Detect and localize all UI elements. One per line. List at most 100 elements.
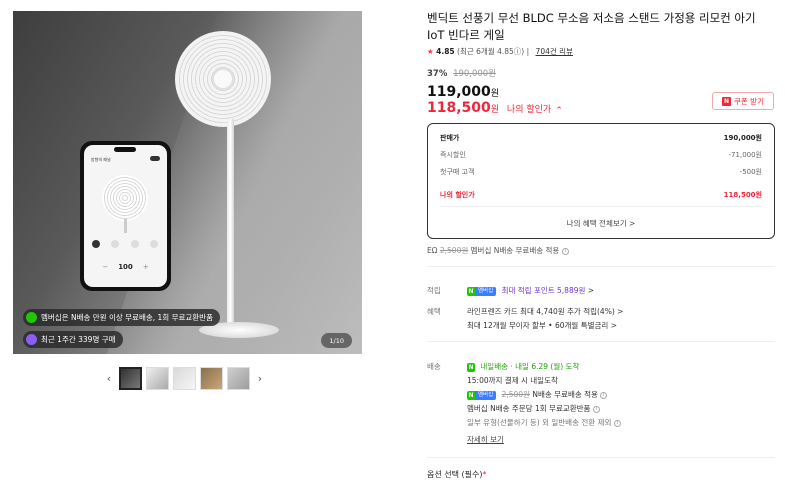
price-row-label: 즉시할인 (440, 151, 466, 159)
membership-shipping-text: 멤버십 N배송 무료배송 적용 (470, 246, 560, 255)
review-count-link[interactable]: 704건 리뷰 (536, 47, 573, 56)
price-row-value: 190,000원 (723, 134, 762, 142)
price-row-value: -71,000원 (728, 151, 762, 159)
chevron-left-icon[interactable]: ‹ (103, 372, 115, 385)
star-icon: ★ (427, 47, 434, 56)
price-row-label: 판매가 (440, 134, 460, 142)
membership-badge-icon: N 멤버십 (467, 286, 497, 296)
sale-price-unit: 원 (490, 89, 500, 99)
points-value[interactable]: N 멤버십 최대 적립 포인트 5,889원 > (467, 285, 594, 296)
price-breakdown-box: 판매가 190,000원 즉시할인 -71,000원 첫구매 고객 -500원 … (427, 123, 775, 239)
price-row-sale: 판매가 190,000원 (440, 133, 762, 143)
chevron-right-icon[interactable]: › (254, 372, 266, 385)
mode-dot (130, 240, 139, 248)
phone-mode-buttons (92, 240, 158, 248)
tomorrow-delivery-text: 내일배송 (480, 362, 508, 371)
coupon-icon: N (722, 96, 731, 106)
thumbnail[interactable] (119, 366, 142, 390)
purchase-icon (26, 334, 37, 345)
phone-fan-icon (102, 175, 148, 221)
rating-row: ★ 4.85 (최근 6개월 4.85ⓘ) | 704건 리뷰 (427, 46, 573, 57)
membership-promo-badge: 멤버십은 N배송 만원 이상 무료배송, 1회 무료교환반품 (23, 309, 220, 326)
phone-notch (114, 147, 136, 152)
view-all-benefits-link[interactable]: 나의 혜택 전체보기 > (428, 218, 774, 229)
membership-icon (26, 312, 37, 323)
discount-percent: 37% (427, 69, 448, 79)
original-price: 190,000원 (453, 69, 497, 79)
return-text: 멤버십 N배송 주문당 1회 무료교환반품 (467, 404, 591, 413)
divider (427, 457, 775, 458)
rating-separator: | (526, 47, 530, 56)
benefits-label: 혜택 (427, 307, 441, 316)
coupon-label: 쿠폰 받기 (734, 96, 764, 106)
option-label-text: 옵션 선택 (필수) (427, 470, 483, 479)
delivery-detail-link[interactable]: 자세히 보기 (467, 434, 504, 445)
my-price-label: 나의 할인가 (506, 105, 552, 115)
shipping-text: N배송 무료배송 적용 (532, 390, 598, 399)
delivery-shipping: N 멤버십 2,500원 N배송 무료배송 적용 i (467, 389, 608, 400)
thumbnail[interactable] (227, 366, 250, 390)
membership-prefix: EΩ (427, 246, 438, 255)
image-page-counter: 1/10 (321, 333, 352, 348)
price-row-value: -500원 (739, 168, 762, 176)
phone-speed-value: 100 (118, 263, 133, 271)
divider (427, 266, 775, 267)
benefit-installment-line[interactable]: 최대 12개월 무이자 할부 • 60개월 특별금리 > (467, 320, 617, 331)
phone-minus: − (102, 263, 109, 271)
phone-mockup: 방향의 패널 − 100 + (80, 141, 171, 291)
info-icon[interactable]: i (600, 391, 608, 399)
price-row-first: 첫구매 고객 -500원 (440, 167, 762, 177)
phone-app-title: 방향의 패널 (91, 157, 111, 162)
info-icon[interactable]: i (592, 405, 600, 413)
purchase-count-badge: 최근 1주간 339명 구매 (23, 331, 123, 348)
price-row-instant: 즉시할인 -71,000원 (440, 150, 762, 160)
info-icon[interactable]: i (561, 247, 569, 255)
benefit-card-line[interactable]: 라인프렌즈 카드 최대 4,740원 추가 적립(4%) > (467, 306, 623, 317)
delivery-cutoff: 15:00까지 결제 시 내일도착 (467, 376, 558, 385)
thumbnail[interactable] (173, 366, 196, 390)
chevron-right-icon: > (587, 286, 595, 295)
detail-link-text: 자세히 보기 (467, 435, 504, 444)
chevron-up-icon: ^ (556, 106, 562, 114)
product-image-gallery[interactable]: 방향의 패널 − 100 + 멤버십은 N배송 만원 이상 무료배송, 1회 무료교… (13, 11, 362, 354)
price-row-value: 118,500원 (723, 191, 762, 199)
thumbnail[interactable] (146, 366, 169, 390)
purchase-count-text: 최근 1주간 339명 구매 (41, 335, 116, 344)
phone-power-toggle (150, 156, 160, 161)
price-row-label: 첫구매 고객 (440, 168, 475, 176)
benefit-installment-text: 최대 12개월 무이자 할부 • 60개월 특별금리 (467, 321, 609, 330)
rating-detail: (최근 6개월 4.85ⓘ) (457, 47, 525, 56)
phone-plus: + (142, 263, 149, 271)
thumbnail-strip: ‹ › (103, 365, 266, 391)
divider (427, 341, 775, 342)
option-select-label: 옵션 선택 (필수)* (427, 469, 487, 480)
membership-promo-text: 멤버십은 N배송 만원 이상 무료배송, 1회 무료교환반품 (41, 313, 213, 322)
mode-dot (92, 240, 100, 248)
mode-dot (149, 240, 158, 248)
price-row-mine: 나의 할인가 118,500원 (440, 190, 762, 200)
thumbnail[interactable] (200, 366, 223, 390)
shipping-fee-strike: 2,500원 (501, 390, 530, 399)
my-price-value: 118,500 (427, 100, 491, 116)
required-mark: * (482, 470, 487, 479)
chevron-right-icon: > (617, 307, 624, 316)
sale-price-value: 119,000 (427, 84, 491, 100)
price-row-label: 나의 할인가 (440, 191, 475, 199)
benefit-card-text: 라인프렌즈 카드 최대 4,740원 추가 적립(4%) (467, 307, 615, 316)
fan-head-image (175, 31, 271, 127)
shipping-fee-strike: 2,500원 (439, 246, 469, 255)
sale-price: 119,000원 (427, 84, 499, 100)
mode-dot (111, 240, 120, 248)
points-text: 최대 적립 포인트 5,889원 (501, 286, 586, 295)
discount-row: 37% 190,000원 (427, 67, 496, 79)
membership-badge-icon: N 멤버십 (467, 390, 497, 400)
coupon-button[interactable]: N 쿠폰 받기 (712, 92, 774, 110)
product-title: 벤딕트 선풍기 무선 BLDC 무소음 저소음 스탠드 가정용 리모컨 아기 I… (427, 11, 756, 42)
my-discount-price[interactable]: 118,500원 나의 할인가 ^ (427, 100, 562, 116)
my-price-unit: 원 (490, 105, 500, 115)
divider (440, 206, 762, 207)
exception-text: 일부 유형(선물하기 등) 외 일반배송 전환 제외 (467, 418, 612, 427)
info-icon[interactable]: i (613, 419, 621, 427)
phone-screen: 방향의 패널 − 100 + (84, 145, 167, 287)
delivery-label: 배송 (427, 362, 441, 371)
